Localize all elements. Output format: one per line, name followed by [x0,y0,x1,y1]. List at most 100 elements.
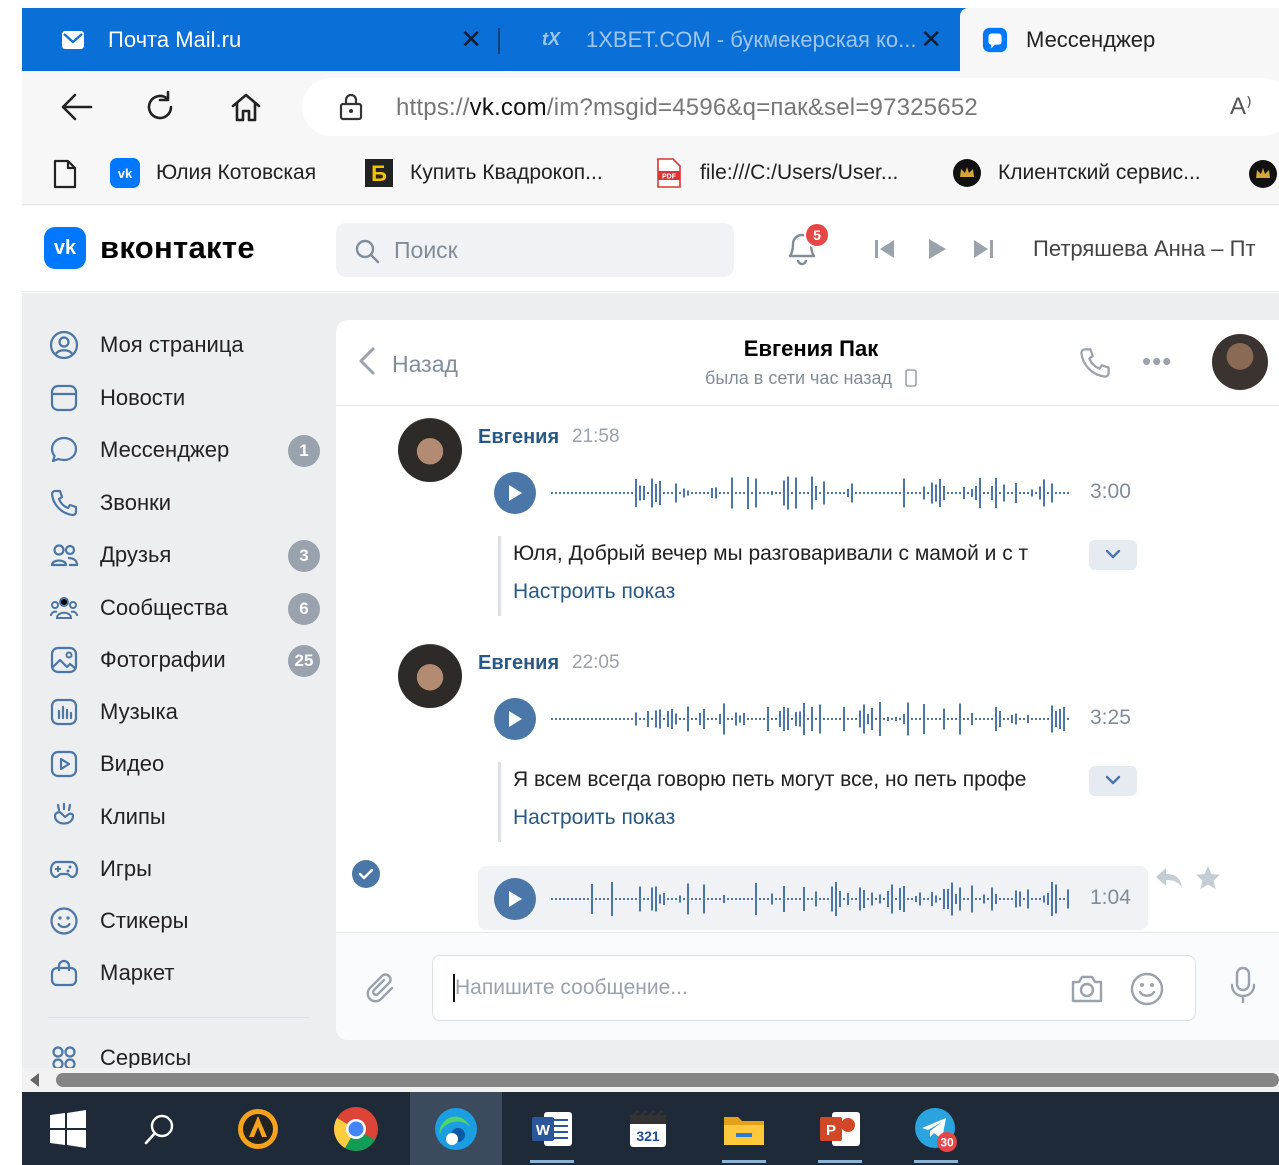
next-track-icon[interactable] [970,236,996,267]
horizontal-scrollbar[interactable] [22,1068,1279,1092]
expand-transcript-button[interactable] [1089,766,1137,796]
scroll-left-arrow-icon[interactable] [30,1073,39,1087]
chrome-icon[interactable] [310,1092,402,1165]
sidebar-item-communities[interactable]: Сообщества 6 [48,588,320,628]
message-time[interactable]: 21:58 [572,426,620,448]
sidebar-item-market[interactable]: Маркет [48,953,320,993]
waveform-bar [907,702,909,736]
chat-peer-info[interactable]: Евгения Пак была в сети час назад [676,336,946,392]
bookmark-file[interactable]: PDF file:///C:/Users/User... [654,157,898,189]
sidebar-item-my-page[interactable]: Моя страница [48,325,320,365]
waveform-bar [659,709,661,729]
address-bar[interactable]: https://vk.com/im?msgid=4596&q=пак&sel=9… [302,78,1279,136]
tab-messenger[interactable]: Мессенджер [960,8,1279,71]
powerpoint-icon[interactable]: P [794,1092,886,1165]
waveform-bar [955,492,957,494]
sidebar-item-news[interactable]: Новости [48,378,320,418]
sidebar-item-messenger[interactable]: Мессенджер 1 [48,430,320,470]
waveform[interactable] [550,880,1070,918]
bookmark-yulia[interactable]: vk Юлия Котовская [110,157,316,189]
paperclip-icon[interactable] [364,971,400,1012]
scrollbar-thumb[interactable] [56,1073,1279,1087]
calendar-app-icon[interactable]: 321 [602,1092,694,1165]
bookmark-client-service[interactable]: Клиентский сервис... [952,157,1201,189]
message-author[interactable]: Евгения [478,426,559,449]
previous-track-icon[interactable] [872,236,898,267]
reply-icon[interactable] [1154,866,1184,895]
notifications-button[interactable]: 5 [784,222,830,271]
now-playing-track[interactable]: Петряшева Анна – Пт [1033,236,1256,262]
sidebar-item-video[interactable]: Видео [48,744,320,784]
windows-start-icon[interactable] [22,1092,114,1165]
play-button[interactable] [494,472,536,514]
sidebar-label: Игры [100,856,152,881]
bookmark-quadcopter[interactable]: Б Купить Квадрокоп... [364,157,603,189]
svg-text:vk: vk [118,166,133,181]
waveform-bar [607,718,609,720]
play-icon[interactable] [924,236,950,267]
expand-transcript-button[interactable] [1089,540,1137,570]
waveform-bar [983,492,985,494]
avatar[interactable] [398,418,462,482]
refresh-icon[interactable] [142,89,178,125]
sidebar-item-photos[interactable]: Фотографии 25 [48,640,320,680]
message-time[interactable]: 22:05 [572,652,620,674]
file-explorer-icon[interactable] [698,1092,790,1165]
message-input[interactable]: Напишите сообщение... [432,955,1196,1021]
sidebar-label: Фотографии [100,647,226,672]
message-author[interactable]: Евгения [478,652,559,675]
more-options-icon[interactable]: ••• [1142,346,1172,377]
camera-icon[interactable] [1069,972,1105,1011]
back-arrow-icon[interactable] [58,89,94,125]
waveform-bar [747,718,749,720]
sidebar-item-stickers[interactable]: Стикеры [48,901,320,941]
waveform-bar [995,478,997,508]
telegram-icon[interactable]: 30 [890,1092,982,1165]
url-text[interactable]: https://vk.com/im?msgid=4596&q=пак&sel=9… [396,94,978,122]
page-icon[interactable] [52,159,78,194]
bookmark-label: Юлия Котовская [156,161,317,184]
sidebar-item-music[interactable]: Музыка [48,692,320,732]
waveform[interactable] [550,700,1070,738]
vk-logo-icon[interactable]: vk [44,227,86,269]
waveform[interactable] [550,474,1070,512]
vk-wordmark[interactable]: вконтакте [100,230,255,266]
waveform-bar [723,895,725,903]
avatar[interactable] [398,644,462,708]
word-icon[interactable]: W [506,1092,598,1165]
check-icon[interactable] [352,860,380,888]
transcript-settings-link[interactable]: Настроить показ [513,806,675,830]
waveform-bar [911,718,913,720]
avast-icon[interactable] [212,1092,304,1165]
star-icon[interactable] [1194,864,1222,897]
lock-icon[interactable] [338,93,364,126]
close-icon[interactable]: ✕ [460,26,482,52]
sidebar-item-clips[interactable]: Клипы [48,797,320,837]
waveform-bar [591,718,593,720]
audio-duration: 1:04 [1090,886,1131,909]
selected-message[interactable]: 1:04 [478,866,1148,930]
emoji-icon[interactable] [1129,971,1165,1012]
waveform-bar [1035,718,1037,720]
tab-1xbet[interactable]: tX 1XBET.COM - букмекерская ко... ✕ [500,8,960,71]
edge-icon[interactable] [410,1092,502,1165]
waveform-bar [867,898,869,900]
play-button[interactable] [494,878,536,920]
sidebar-item-games[interactable]: Игры [48,849,320,889]
search-icon[interactable] [114,1092,206,1165]
transcript-settings-link[interactable]: Настроить показ [513,580,675,604]
crown-icon[interactable] [1248,159,1278,194]
play-button[interactable] [494,698,536,740]
close-icon[interactable]: ✕ [920,26,942,52]
call-icon[interactable] [1078,346,1112,385]
home-icon[interactable] [228,89,264,125]
peer-avatar[interactable] [1212,334,1268,390]
search-input[interactable]: Поиск [336,223,734,277]
sidebar-item-calls[interactable]: Звонки [48,483,320,523]
back-button[interactable]: Назад [358,346,458,382]
read-aloud-icon[interactable]: A⁾ [1230,92,1252,121]
sidebar-item-friends[interactable]: Друзья 3 [48,535,320,575]
microphone-icon[interactable] [1228,965,1258,1010]
tab-mail[interactable]: Почта Mail.ru ✕ [22,8,500,71]
sidebar-label: Клипы [100,804,166,829]
